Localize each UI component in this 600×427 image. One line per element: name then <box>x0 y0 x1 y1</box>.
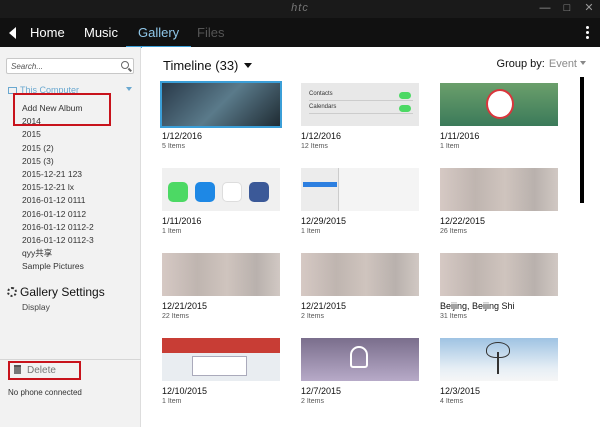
gallery-settings-label: Gallery Settings <box>20 285 105 299</box>
chevron-down-icon <box>580 61 586 65</box>
timeline-label: Timeline (33) <box>163 58 239 73</box>
thumb-row: Calendars <box>309 104 413 114</box>
more-options-icon[interactable] <box>586 26 590 41</box>
tile-date: 1/11/2016 <box>162 216 202 226</box>
tab-home[interactable]: Home <box>30 25 65 40</box>
thumbnail-image <box>301 253 419 296</box>
tile-date: 12/21/2015 <box>162 301 208 311</box>
collapse-arrow-icon[interactable] <box>126 87 132 91</box>
highlight-box-delete <box>8 361 81 380</box>
tab-files[interactable]: Files <box>197 25 224 40</box>
tile-count: 4 Items <box>440 398 463 405</box>
gallery-main: Timeline (33) Group by: Event 1/12/2016 5… <box>142 47 600 427</box>
minimize-icon[interactable]: — <box>534 0 556 18</box>
tile-date: 1/11/2016 <box>440 131 480 141</box>
sidebar-divider <box>0 359 141 360</box>
close-icon[interactable]: ✕ <box>578 0 600 18</box>
group-by-value: Event <box>548 58 577 70</box>
tile-date: Beijing, Beijing Shi <box>440 301 515 311</box>
gallery-settings-header[interactable]: Gallery Settings <box>7 285 105 299</box>
thumbnail-image <box>162 253 280 296</box>
album-item[interactable]: 2015-12-21 lx <box>22 181 94 194</box>
tile-date: 12/10/2015 <box>162 386 208 396</box>
album-item[interactable]: 2016-01-12 0112 <box>22 208 94 221</box>
timeline-dropdown[interactable]: Timeline (33) <box>163 58 253 73</box>
thumbnail-image <box>301 168 419 211</box>
album-tile[interactable]: Contacts Calendars 1/12/2016 12 Items <box>301 83 419 150</box>
tile-date: 12/29/2015 <box>301 216 347 226</box>
tab-gallery[interactable]: Gallery <box>125 25 192 48</box>
album-item[interactable]: 2015 (3) <box>22 155 94 168</box>
tile-count: 31 Items <box>440 313 467 320</box>
thumb-row: Contacts <box>309 91 413 101</box>
thumbnail-image <box>440 168 558 211</box>
nav-bar: Home Music Gallery Files <box>0 18 600 48</box>
brand-logo: htc <box>291 2 309 14</box>
tile-date: 1/12/2016 <box>301 131 342 141</box>
tile-date: 12/22/2015 <box>440 216 486 226</box>
search-icon[interactable] <box>121 61 129 69</box>
tile-count: 5 Items <box>162 143 185 150</box>
album-tile[interactable]: 12/10/2015 1 Item <box>162 338 280 405</box>
thumbnail-image <box>440 338 558 381</box>
album-item[interactable]: 2015-12-21 123 <box>22 168 94 181</box>
thumbnail-image <box>162 338 280 381</box>
album-tile[interactable]: 1/12/2016 5 Items <box>160 81 282 150</box>
album-tile[interactable]: 12/29/2015 1 Item <box>301 168 419 235</box>
tile-count: 2 Items <box>301 398 324 405</box>
search-placeholder: Search... <box>11 62 44 71</box>
tile-count: 22 Items <box>162 313 189 320</box>
thumbnail-image <box>440 253 558 296</box>
thumbnail-image <box>440 83 558 126</box>
album-tile[interactable]: 12/22/2015 26 Items <box>440 168 558 235</box>
album-list: Add New Album 2014 2015 2015 (2) 2015 (3… <box>22 102 94 273</box>
tile-count: 1 Item <box>301 228 321 235</box>
album-tile[interactable]: 12/21/2015 22 Items <box>162 253 280 320</box>
phone-status: No phone connected <box>8 388 82 397</box>
album-item[interactable]: 2015 <box>22 128 94 141</box>
gear-icon <box>7 287 17 297</box>
album-item[interactable]: 2016-01-12 0112-3 <box>22 234 94 247</box>
thumbnail-image <box>301 338 419 381</box>
album-tile[interactable]: 12/7/2015 2 Items <box>301 338 419 405</box>
album-tile[interactable]: 12/3/2015 4 Items <box>440 338 558 405</box>
album-tile[interactable]: 1/11/2016 1 Item <box>162 168 280 235</box>
tile-count: 26 Items <box>440 228 467 235</box>
album-item[interactable]: 2016-01-12 0111 <box>22 194 94 207</box>
tile-count: 1 Item <box>162 398 182 405</box>
thumbnail-image <box>162 168 280 211</box>
tile-count: 1 Item <box>440 143 460 150</box>
tile-date: 12/7/2015 <box>301 386 342 396</box>
chevron-down-icon <box>244 63 253 68</box>
search-input[interactable]: Search... <box>6 58 134 74</box>
highlight-box-add-album <box>13 93 111 126</box>
maximize-icon[interactable]: □ <box>556 0 578 18</box>
tab-music[interactable]: Music <box>84 25 118 40</box>
group-by-label: Group by: <box>496 58 545 70</box>
tile-date: 1/12/2016 <box>162 131 203 141</box>
title-bar: htc — □ ✕ <box>0 0 600 18</box>
album-tile[interactable]: 12/21/2015 2 Items <box>301 253 419 320</box>
scrollbar[interactable] <box>580 77 584 203</box>
group-by-dropdown[interactable]: Group by: Event <box>497 58 586 70</box>
album-tile[interactable]: Beijing, Beijing Shi 31 Items <box>440 253 558 320</box>
back-arrow-icon[interactable] <box>9 27 16 39</box>
display-setting-link[interactable]: Display <box>22 302 50 312</box>
thumbnail-image: Contacts Calendars <box>301 83 419 126</box>
tile-count: 2 Items <box>301 313 324 320</box>
tile-count: 1 Item <box>162 228 182 235</box>
tile-date: 12/21/2015 <box>301 301 347 311</box>
album-item[interactable]: Sample Pictures <box>22 260 94 273</box>
album-item[interactable]: qyy共享 <box>22 247 94 260</box>
thumbnail-image <box>160 81 282 128</box>
album-item[interactable]: 2015 (2) <box>22 142 94 155</box>
album-tile[interactable]: 1/11/2016 1 Item <box>440 83 558 150</box>
tile-date: 12/3/2015 <box>440 386 481 396</box>
album-item[interactable]: 2016-01-12 0112-2 <box>22 221 94 234</box>
tile-count: 12 Items <box>301 143 328 150</box>
